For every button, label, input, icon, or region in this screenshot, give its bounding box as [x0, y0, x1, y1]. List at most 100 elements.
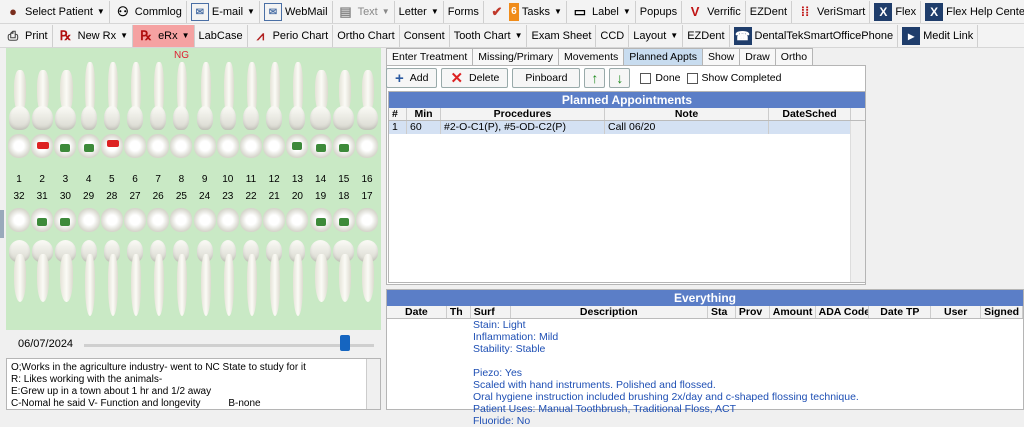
splitter-handle[interactable] — [0, 210, 4, 238]
chevron-down-icon[interactable]: ▼ — [182, 31, 190, 40]
chevron-down-icon[interactable]: ▼ — [120, 31, 128, 40]
toolbar-button[interactable]: ✔ 6 Tasks ▼ — [484, 0, 567, 23]
column-header[interactable]: Prov — [736, 306, 770, 318]
column-header[interactable]: Surf — [471, 306, 511, 318]
column-header[interactable]: ADA Code — [816, 306, 870, 318]
done-checkbox[interactable]: Done — [640, 72, 681, 84]
tooth-number[interactable]: 32 — [8, 191, 30, 202]
toolbar-button[interactable]: ⁞⁞ VeriSmart — [792, 0, 871, 23]
chevron-down-icon[interactable]: ▼ — [554, 7, 562, 16]
tooth-number[interactable]: 31 — [31, 191, 53, 202]
column-header[interactable]: Sta — [708, 306, 736, 318]
toolbar-button[interactable]: Consent — [400, 24, 450, 47]
toolbar-button[interactable]: Layout ▼ — [629, 24, 684, 47]
chevron-down-icon[interactable]: ▼ — [97, 7, 105, 16]
tooth-number[interactable]: 20 — [286, 191, 308, 202]
column-header[interactable]: Signed — [981, 306, 1023, 318]
tooth-number[interactable]: 10 — [217, 174, 239, 185]
column-header[interactable]: DateSched — [769, 108, 851, 120]
toolbar-button[interactable]: ● Select Patient ▼ — [0, 0, 110, 23]
tooth-number[interactable]: 17 — [356, 191, 378, 202]
column-header[interactable]: Note — [605, 108, 769, 120]
toolbar-button[interactable]: ℞ eRx ▼ — [133, 24, 195, 47]
pinboard-button[interactable]: Pinboard — [512, 68, 581, 88]
tooth-number[interactable]: 5 — [101, 174, 123, 185]
toolbar-button[interactable]: ▸ Medit Link — [898, 24, 979, 47]
tooth-number[interactable]: 25 — [170, 191, 192, 202]
tooth-number[interactable]: 3 — [54, 174, 76, 185]
tooth-number[interactable]: 9 — [194, 174, 216, 185]
toolbar-button[interactable]: ⎙ Print — [0, 24, 53, 47]
tooth-number[interactable]: 22 — [240, 191, 262, 202]
column-header[interactable]: Date TP — [869, 306, 932, 318]
toolbar-button[interactable]: Exam Sheet — [527, 24, 597, 47]
tooth-number[interactable]: 14 — [310, 174, 332, 185]
tab-draw[interactable]: Draw — [739, 48, 776, 65]
toolbar-button[interactable]: Popups — [636, 0, 683, 23]
tooth-number[interactable]: 28 — [101, 191, 123, 202]
toolbar-button[interactable]: ✉ WebMail — [260, 0, 333, 23]
column-header[interactable]: Th — [447, 306, 471, 318]
tab-missing-primary[interactable]: Missing/Primary — [472, 48, 559, 65]
tooth-number[interactable]: 13 — [286, 174, 308, 185]
tooth-number[interactable]: 18 — [333, 191, 355, 202]
show-completed-checkbox[interactable]: Show Completed — [686, 72, 782, 84]
progress-note-text[interactable]: Stain: Light Inflammation: Mild Stability:… — [387, 319, 1023, 427]
table-row[interactable]: 1 60 #2-O-C1(P), #5-OD-C2(P) Call 06/20 — [389, 121, 865, 134]
planned-scrollbar[interactable] — [850, 121, 865, 282]
checkbox-box[interactable] — [686, 72, 698, 84]
chevron-down-icon[interactable]: ▼ — [670, 31, 678, 40]
tooth-number[interactable]: 27 — [124, 191, 146, 202]
toolbar-button[interactable]: EZDent — [683, 24, 730, 47]
tooth-number[interactable]: 21 — [263, 191, 285, 202]
date-slider-track[interactable] — [84, 344, 374, 347]
tab-show[interactable]: Show — [702, 48, 741, 65]
tooth-number[interactable]: 11 — [240, 174, 262, 185]
tooth-number[interactable]: 15 — [333, 174, 355, 185]
chevron-down-icon[interactable]: ▼ — [431, 7, 439, 16]
delete-button[interactable]: ✕ Delete — [441, 68, 509, 88]
toolbar-button[interactable]: ✉ E-mail ▼ — [187, 0, 260, 23]
tooth-number[interactable]: 6 — [124, 174, 146, 185]
tooth-number[interactable]: 26 — [147, 191, 169, 202]
toolbar-button[interactable]: ℞ New Rx ▼ — [53, 24, 134, 47]
tooth-number[interactable]: 16 — [356, 174, 378, 185]
tooth-number[interactable]: 1 — [8, 174, 30, 185]
chevron-down-icon[interactable]: ▼ — [382, 7, 390, 16]
tooth-number[interactable]: 29 — [78, 191, 100, 202]
tab-movements[interactable]: Movements — [557, 48, 625, 65]
date-slider-thumb[interactable] — [340, 335, 350, 351]
column-header[interactable]: # — [389, 108, 407, 120]
toolbar-button[interactable]: LabCase — [195, 24, 248, 47]
tooth-number[interactable]: 12 — [263, 174, 285, 185]
toolbar-button[interactable]: CCD — [596, 24, 630, 47]
toolbar-button[interactable]: ☎ DentalTekSmartOfficePhone — [730, 24, 899, 47]
toolbar-button[interactable]: V Verrific — [682, 0, 746, 23]
tooth-number[interactable]: 30 — [54, 191, 76, 202]
column-header[interactable]: Min — [407, 108, 441, 120]
toolbar-button[interactable]: Tooth Chart ▼ — [450, 24, 528, 47]
add-button[interactable]: + Add — [386, 68, 438, 88]
notes-scrollbar[interactable] — [366, 359, 380, 409]
patient-notes[interactable]: O;Works in the agriculture industry- wen… — [6, 358, 381, 410]
tab-enter-treatment[interactable]: Enter Treatment — [386, 48, 474, 65]
tooth-number[interactable]: 8 — [170, 174, 192, 185]
move-up-button[interactable]: ↑ — [584, 68, 606, 88]
tooth-number[interactable]: 2 — [31, 174, 53, 185]
chevron-down-icon[interactable]: ▼ — [247, 7, 255, 16]
toolbar-button[interactable]: Letter ▼ — [395, 0, 444, 23]
tooth-number[interactable]: 19 — [310, 191, 332, 202]
column-header[interactable]: Date — [387, 306, 447, 318]
toolbar-button[interactable]: ▤ Text ▼ — [333, 0, 395, 23]
tooth-number[interactable]: 4 — [78, 174, 100, 185]
chevron-down-icon[interactable]: ▼ — [623, 7, 631, 16]
tab-ortho[interactable]: Ortho — [774, 48, 814, 65]
column-header[interactable]: User — [931, 306, 982, 318]
toolbar-button[interactable]: Ortho Chart — [333, 24, 400, 47]
toolbar-button[interactable]: X Flex Help Center — [921, 1, 1024, 23]
column-header[interactable]: Amount — [770, 306, 816, 318]
tooth-number[interactable]: 24 — [194, 191, 216, 202]
toolbar-button[interactable]: X Flex — [870, 0, 922, 23]
column-header[interactable]: Procedures — [441, 108, 605, 120]
toolbar-button[interactable]: ▭ Label ▼ — [567, 0, 636, 23]
